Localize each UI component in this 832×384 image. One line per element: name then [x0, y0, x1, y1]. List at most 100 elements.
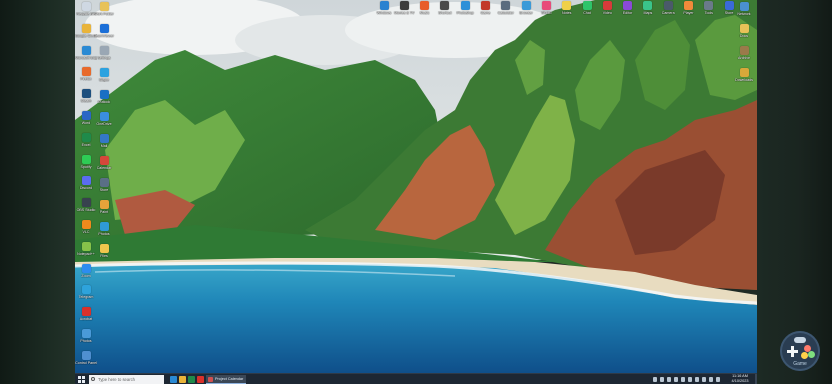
desktop-icon[interactable]: Notes	[556, 1, 578, 15]
desktop-icon-label: Camera	[661, 11, 675, 15]
desktop-icon[interactable]: Studio	[535, 1, 557, 15]
desktop-icon[interactable]: Game	[475, 1, 497, 15]
app-icon	[99, 178, 109, 187]
desktop-icon-label: Calculator	[497, 11, 514, 15]
desktop-icon-label: Mail	[100, 144, 108, 148]
app-icon	[99, 68, 109, 77]
desktop-icon[interactable]: Acrobat	[75, 307, 97, 321]
desktop-icon[interactable]: Skype	[93, 68, 115, 82]
app-icon	[99, 2, 109, 11]
desktop-icon[interactable]: Shortcut	[434, 1, 456, 15]
desktop-icon[interactable]: Video	[596, 1, 618, 15]
desktop-icon[interactable]: Windows	[373, 1, 395, 15]
desktop-icon-label: Docs	[739, 34, 749, 38]
desktop-icon[interactable]: Downloads	[733, 68, 755, 82]
app-icon	[562, 1, 572, 10]
desktop-icon-label: Archive	[738, 56, 750, 60]
app-icon	[81, 176, 91, 186]
taskbar: Type here to search Project Calendar 11:…	[75, 373, 757, 384]
app-icon	[739, 24, 749, 33]
remote-control-button[interactable]: Game	[780, 331, 820, 371]
desktop-icon-label: Studio	[541, 11, 552, 15]
wallpaper	[75, 0, 757, 373]
taskbar-pinned-app[interactable]	[170, 376, 177, 383]
cloud-icon[interactable]	[688, 377, 692, 382]
desktop-icon[interactable]: Network	[733, 2, 755, 16]
desktop-icon[interactable]: Telegram	[75, 285, 97, 299]
app-icon	[420, 1, 430, 10]
desktop-icon[interactable]: Chat	[576, 1, 598, 15]
taskbar-pinned-app[interactable]	[188, 376, 195, 383]
taskbar-pinned-app[interactable]	[197, 376, 204, 383]
left-side-bar	[0, 0, 75, 384]
desktop-icon-label: Shortcut	[438, 11, 452, 15]
bluetooth-icon[interactable]	[667, 377, 671, 382]
desktop-icon[interactable]: Files	[93, 244, 115, 258]
app-icon	[81, 307, 91, 317]
desktop-icon[interactable]: Tools	[698, 1, 720, 15]
network-icon[interactable]	[660, 377, 664, 382]
desktop[interactable]: Recycle BinGoogle ChromeMicrosoft EdgeFi…	[75, 0, 757, 373]
desktop-icon-label: Player	[683, 11, 694, 15]
search-icon	[91, 377, 95, 381]
desktop-icon[interactable]: Music	[414, 1, 436, 15]
desktop-icon[interactable]: Photoshop	[454, 1, 476, 15]
desktop-icon[interactable]: Docs	[733, 24, 755, 38]
desktop-icon[interactable]: Store	[93, 178, 115, 192]
desktop-icon[interactable]: Browser	[515, 1, 537, 15]
desktop-icon-label: Music	[419, 11, 430, 15]
desktop-icon-label: Browser	[519, 11, 533, 15]
language-icon[interactable]	[716, 377, 720, 382]
chevron-up-icon[interactable]	[653, 377, 657, 382]
show-desktop-button[interactable]	[755, 374, 757, 384]
folder-icon[interactable]	[681, 377, 685, 382]
desktop-icon[interactable]: Paint	[93, 200, 115, 214]
taskbar-active-app[interactable]: Project Calendar	[206, 375, 246, 384]
active-app-label: Project Calendar	[215, 377, 244, 381]
desktop-icon[interactable]: Zoom	[75, 263, 97, 278]
taskbar-clock[interactable]: 11:16 AM 4/10/2023	[727, 374, 753, 384]
remote-label: Game	[793, 361, 807, 367]
app-icon	[663, 1, 673, 10]
desktop-icon-label: Outlook	[97, 100, 111, 104]
shield-icon[interactable]	[674, 377, 678, 382]
desktop-icon[interactable]: Player	[678, 1, 700, 15]
app-icon	[81, 23, 91, 33]
windows-start-button[interactable]	[78, 376, 85, 383]
wifi-icon[interactable]	[695, 377, 699, 382]
desktop-icon[interactable]: Settings	[93, 46, 115, 60]
app-icon	[81, 241, 91, 251]
battery-icon[interactable]	[709, 377, 713, 382]
desktop-icon[interactable]: Work Folder	[93, 2, 115, 16]
desktop-icon[interactable]: Mail	[93, 134, 115, 148]
app-icon	[501, 1, 511, 10]
desktop-icon-label: Work Folder	[94, 12, 114, 16]
desktop-icon[interactable]: TeamViewer	[93, 24, 115, 38]
desktop-icon[interactable]: Calendar	[93, 156, 115, 170]
desktop-icon[interactable]: Archive	[733, 46, 755, 60]
desktop-icon-label: Store	[99, 188, 109, 192]
desktop-icon-label: Photoshop	[456, 11, 474, 15]
desktop-icon[interactable]: Photos	[75, 329, 97, 343]
app-icon	[602, 1, 612, 10]
desktop-icon[interactable]: Maps	[637, 1, 659, 15]
desktop-icon[interactable]: Control Panel	[75, 350, 97, 365]
desktop-icon-label: Downloads	[735, 78, 753, 82]
desktop-icon[interactable]: Calculator	[495, 1, 517, 15]
desktop-icon-label: Photos	[98, 232, 110, 236]
taskbar-search-box[interactable]: Type here to search	[89, 375, 164, 384]
taskbar-pinned-app[interactable]	[179, 376, 186, 383]
desktop-icon[interactable]: Photos	[93, 222, 115, 236]
app-icon	[81, 67, 91, 77]
app-icon	[81, 263, 91, 273]
volume-icon[interactable]	[702, 377, 706, 382]
desktop-icon[interactable]: Movies & TV	[393, 1, 415, 15]
app-icon	[81, 329, 91, 338]
app-icon	[582, 1, 592, 10]
desktop-icon[interactable]: OneDrive	[93, 112, 115, 126]
desktop-icon[interactable]: Outlook	[93, 90, 115, 104]
desktop-icon[interactable]: Editor	[617, 1, 639, 15]
app-icon	[460, 1, 470, 10]
desktop-icon[interactable]: Camera	[657, 1, 679, 15]
app-icon	[481, 1, 490, 10]
